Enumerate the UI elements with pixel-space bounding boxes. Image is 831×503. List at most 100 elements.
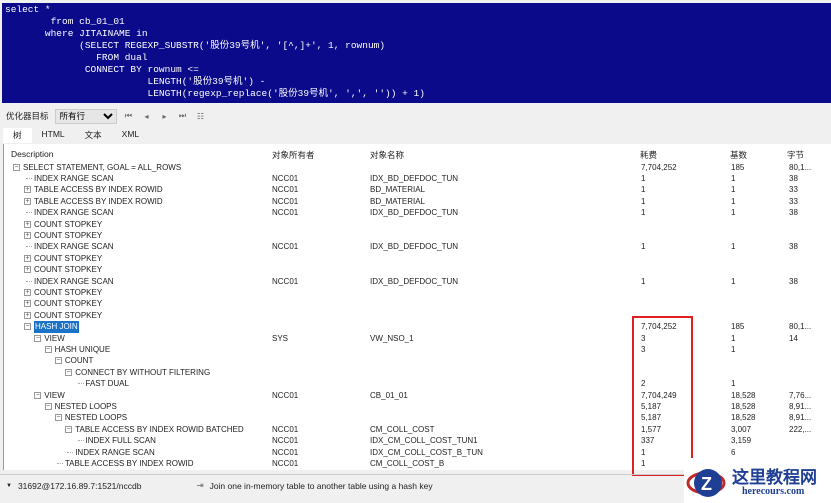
plan-row[interactable]: + COUNT STOPKEY	[4, 287, 831, 298]
plan-row[interactable]: + TABLE ACCESS BY INDEX ROWID NCC01 BD_MATE…	[4, 184, 831, 195]
row-owner: NCC01	[272, 436, 299, 446]
row-owner: NCC01	[272, 185, 299, 195]
row-owner: NCC01	[272, 208, 299, 218]
svg-text:Z: Z	[701, 474, 712, 494]
row-cardinality: 3,159	[731, 436, 752, 446]
col-object-name[interactable]: 对象名称	[370, 149, 404, 161]
collapse-icon[interactable]: −	[44, 345, 52, 353]
plan-row[interactable]: − NESTED LOOPS 5,187 18,528 8,91...	[4, 401, 831, 412]
row-description: VIEW	[44, 390, 65, 400]
plan-row[interactable]: + COUNT STOPKEY	[4, 310, 831, 321]
plan-row[interactable]: − SELECT STATEMENT, GOAL = ALL_ROWS 7,704,…	[4, 162, 831, 173]
col-owner[interactable]: 对象所有者	[272, 149, 315, 161]
plan-row[interactable]: INDEX RANGE SCAN NCC01 IDX_BD_DEFDOC_TUN 1 1…	[4, 207, 831, 218]
expand-icon[interactable]: +	[24, 197, 31, 205]
row-description: SELECT STATEMENT, GOAL = ALL_ROWS	[23, 162, 182, 172]
plan-row[interactable]: − VIEW NCC01 CB_01_01 7,704,249 18,528 7,76...	[4, 390, 831, 401]
row-owner: NCC01	[272, 173, 299, 183]
expand-icon[interactable]: +	[24, 300, 31, 308]
expand-icon[interactable]: +	[24, 231, 31, 239]
tab-text[interactable]: 文本	[75, 128, 112, 143]
expand-icon[interactable]: +	[24, 266, 31, 274]
collapse-icon[interactable]: −	[65, 368, 73, 376]
expand-icon[interactable]: +	[24, 288, 31, 296]
row-cardinality: 18,528	[731, 401, 756, 411]
row-description: COUNT STOPKEY	[34, 219, 103, 229]
plan-row[interactable]: + TABLE ACCESS BY INDEX ROWID NCC01 BD_MATE…	[4, 196, 831, 207]
row-cardinality: 1	[731, 185, 736, 195]
collapse-icon[interactable]: −	[54, 414, 62, 422]
collapse-icon[interactable]: −	[24, 323, 31, 331]
collapse-icon[interactable]: −	[34, 334, 42, 342]
watermark-title: 这里教程网	[732, 468, 817, 487]
collapse-icon[interactable]: −	[54, 357, 62, 365]
plan-row[interactable]: FAST DUAL 2 1	[4, 378, 831, 389]
row-description: COUNT STOPKEY	[34, 253, 103, 263]
prev-icon[interactable]: ◂	[141, 112, 153, 121]
plan-row[interactable]: − VIEW SYS VW_NSO_1 3 1 14	[4, 333, 831, 344]
expand-icon[interactable]: +	[24, 254, 31, 262]
plan-row[interactable]: + COUNT STOPKEY	[4, 219, 831, 230]
plan-row[interactable]: + COUNT STOPKEY	[4, 298, 831, 309]
row-cost: 1	[641, 208, 646, 218]
expand-icon[interactable]: +	[24, 311, 31, 319]
cost-highlight-box	[632, 316, 693, 476]
optimizer-goal-label: 优化器目标	[6, 111, 49, 121]
row-bytes: 8,91...	[789, 401, 812, 411]
dropdown-icon[interactable]: ▼	[6, 483, 12, 489]
logo-z-icon: Z	[686, 469, 726, 497]
row-owner: SYS	[272, 333, 289, 343]
tree-line	[26, 246, 32, 248]
plan-row[interactable]: INDEX RANGE SCAN NCC01 IDX_CM_COLL_COST_B_…	[4, 447, 831, 458]
row-description: COUNT STOPKEY	[34, 230, 103, 240]
row-description: INDEX RANGE SCAN	[34, 276, 114, 286]
collapse-icon[interactable]: −	[34, 391, 42, 399]
plan-row[interactable]: − TABLE ACCESS BY INDEX ROWID BATCHED NCC0…	[4, 424, 831, 435]
collapse-icon[interactable]: −	[13, 163, 20, 171]
row-cost: 1	[641, 173, 646, 183]
row-cardinality: 1	[731, 344, 736, 354]
view-tabs: 树 HTML 文本 XML	[3, 128, 149, 143]
row-object-name: VW_NSO_1	[370, 333, 414, 343]
col-description[interactable]: Description	[11, 149, 54, 159]
plan-row[interactable]: INDEX RANGE SCAN NCC01 IDX_BD_DEFDOC_TUN 1 1…	[4, 276, 831, 287]
plan-row[interactable]: − COUNT	[4, 355, 831, 366]
row-cost: 1	[641, 185, 646, 195]
col-cost[interactable]: 耗费	[640, 149, 657, 161]
optimizer-goal-select[interactable]: 所有行	[54, 108, 117, 124]
plan-row[interactable]: INDEX FULL SCAN NCC01 IDX_CM_COLL_COST_TUN…	[4, 435, 831, 446]
first-icon[interactable]: ⏮	[123, 111, 135, 121]
plan-row[interactable]: − HASH UNIQUE 3 1	[4, 344, 831, 355]
row-cost: 1	[641, 242, 646, 252]
next-icon[interactable]: ▸	[159, 112, 171, 121]
row-bytes: 8,91...	[789, 413, 812, 423]
sql-editor[interactable]: select * from cb_01_01 where JITAINAME i…	[2, 3, 831, 103]
row-bytes: 14	[789, 333, 798, 343]
tab-html[interactable]: HTML	[32, 128, 75, 143]
row-bytes: 80,1...	[789, 162, 812, 172]
expand-icon[interactable]: +	[24, 186, 31, 194]
last-icon[interactable]: ⏭	[177, 111, 189, 121]
connection-info: 31692@172.16.89.7:1521/nccdb	[17, 480, 142, 491]
tab-xml[interactable]: XML	[112, 128, 149, 143]
row-description: INDEX FULL SCAN	[85, 436, 156, 446]
col-cardinality[interactable]: 基数	[730, 149, 747, 161]
collapse-icon[interactable]: −	[65, 425, 73, 433]
plan-row[interactable]: + COUNT STOPKEY	[4, 264, 831, 275]
columns-icon[interactable]: ☷	[195, 112, 207, 121]
plan-row[interactable]: − NESTED LOOPS 5,187 18,528 8,91...	[4, 412, 831, 423]
row-owner: NCC01	[272, 390, 299, 400]
row-object-name: BD_MATERIAL	[370, 196, 425, 206]
plan-row[interactable]: − HASH JOIN 7,704,252 185 80,1...	[4, 321, 831, 333]
col-bytes[interactable]: 字节	[787, 149, 804, 161]
plan-row[interactable]: + COUNT STOPKEY	[4, 230, 831, 241]
plan-row[interactable]: + COUNT STOPKEY	[4, 253, 831, 264]
plan-row[interactable]: INDEX RANGE SCAN NCC01 IDX_BD_DEFDOC_TUN 1 1…	[4, 241, 831, 252]
tab-tree[interactable]: 树	[3, 128, 32, 143]
row-cost: 7,704,252	[641, 162, 677, 172]
plan-row[interactable]: INDEX RANGE SCAN NCC01 IDX_BD_DEFDOC_TUN 1 1…	[4, 173, 831, 184]
row-bytes: 38	[789, 208, 798, 218]
expand-icon[interactable]: +	[24, 220, 31, 228]
collapse-icon[interactable]: −	[44, 402, 52, 410]
plan-row[interactable]: − CONNECT BY WITHOUT FILTERING	[4, 367, 831, 378]
